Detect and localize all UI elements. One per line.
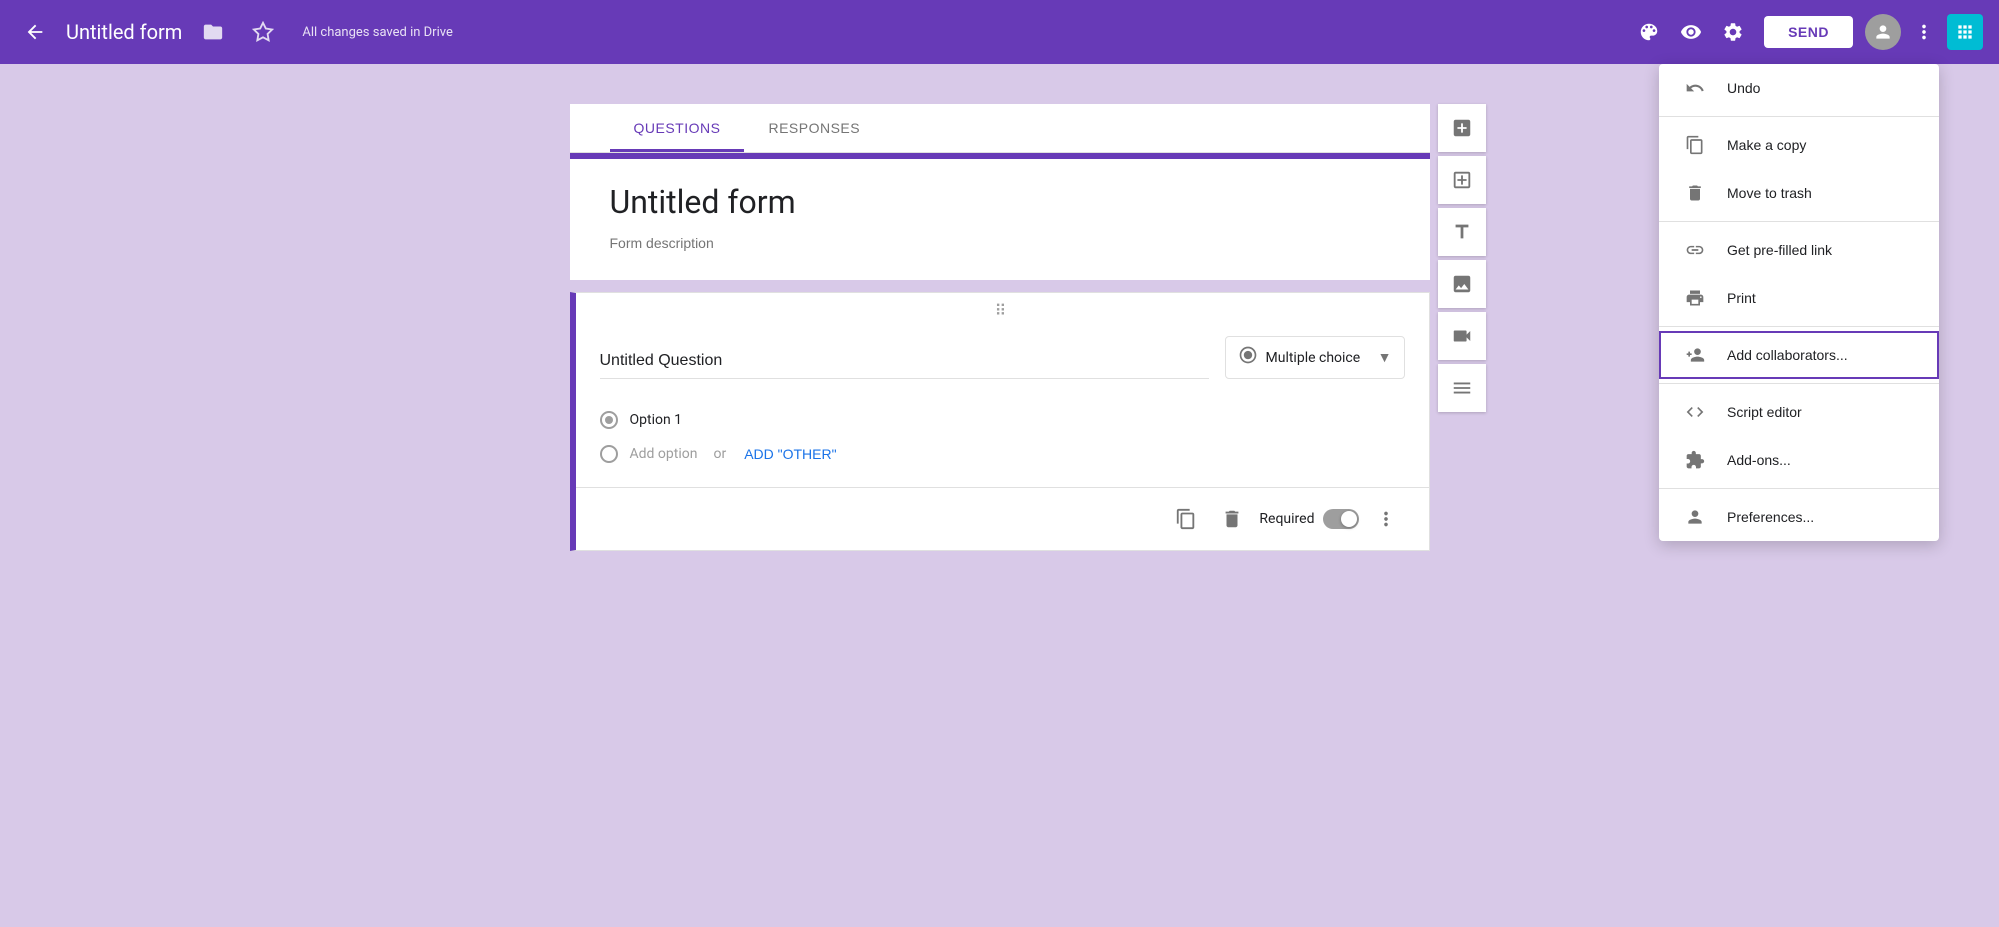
puzzle-icon xyxy=(1683,450,1707,470)
save-status: All changes saved in Drive xyxy=(302,25,453,40)
delete-question-button[interactable] xyxy=(1213,500,1251,538)
divider-3 xyxy=(1659,326,1939,327)
menu-item-print[interactable]: Print xyxy=(1659,274,1939,322)
app-header: Untitled form All changes saved in Drive… xyxy=(0,0,1999,64)
form-card-title: Untitled form xyxy=(610,183,1390,221)
menu-item-add-ons[interactable]: Add-ons... xyxy=(1659,436,1939,484)
radio-inner xyxy=(605,416,613,424)
right-sidebar xyxy=(1438,104,1486,412)
menu-label-add-ons: Add-ons... xyxy=(1727,452,1791,468)
form-title: Untitled form xyxy=(66,20,182,44)
question-card: ⠿ Multiple choice ▼ xyxy=(570,292,1430,551)
menu-label-print: Print xyxy=(1727,290,1756,306)
divider-1 xyxy=(1659,116,1939,117)
option-row-1: Option 1 xyxy=(600,403,1405,437)
sidebar-add-section[interactable] xyxy=(1438,364,1486,412)
send-button[interactable]: SEND xyxy=(1764,16,1853,48)
radio-button-1 xyxy=(600,411,618,429)
add-radio-circle xyxy=(600,445,618,463)
sidebar-add-image[interactable] xyxy=(1438,260,1486,308)
radio-type-icon xyxy=(1238,345,1258,370)
google-apps-button[interactable] xyxy=(1947,14,1983,50)
add-other-button[interactable]: ADD "OTHER" xyxy=(744,446,836,462)
duplicate-question-button[interactable] xyxy=(1167,500,1205,538)
back-button[interactable] xyxy=(16,13,54,51)
add-option-text[interactable]: Add option xyxy=(630,446,698,462)
menu-item-undo[interactable]: Undo xyxy=(1659,64,1939,112)
toggle-knob xyxy=(1341,511,1357,527)
option-1-text: Option 1 xyxy=(630,412,683,428)
link-icon xyxy=(1683,240,1707,260)
sidebar-add-video[interactable] xyxy=(1438,312,1486,360)
menu-item-script-editor[interactable]: Script editor xyxy=(1659,388,1939,436)
sidebar-import-questions[interactable] xyxy=(1438,156,1486,204)
menu-item-add-collaborators[interactable]: Add collaborators... xyxy=(1659,331,1939,379)
menu-item-preferences[interactable]: Preferences... xyxy=(1659,493,1939,541)
menu-item-move-to-trash[interactable]: Move to trash xyxy=(1659,169,1939,217)
print-icon xyxy=(1683,288,1707,308)
person-settings-icon xyxy=(1683,507,1707,527)
menu-label-pre-filled-link: Get pre-filled link xyxy=(1727,242,1832,258)
question-type-selector[interactable]: Multiple choice ▼ xyxy=(1225,336,1405,379)
header-right: SEND xyxy=(1630,13,1983,51)
undo-icon xyxy=(1683,78,1707,98)
preview-button[interactable] xyxy=(1672,13,1710,51)
question-footer: Required xyxy=(576,487,1429,550)
question-row: Multiple choice ▼ xyxy=(600,336,1405,379)
form-header-card: Untitled form xyxy=(570,153,1430,280)
settings-button[interactable] xyxy=(1714,13,1752,51)
menu-item-pre-filled-link[interactable]: Get pre-filled link xyxy=(1659,226,1939,274)
tabs-bar: QUESTIONS RESPONSES xyxy=(570,104,1430,153)
tab-questions[interactable]: QUESTIONS xyxy=(610,104,745,152)
sidebar-add-question[interactable] xyxy=(1438,104,1486,152)
form-description-input[interactable] xyxy=(610,235,1390,251)
question-more-options-button[interactable] xyxy=(1367,500,1405,538)
required-label: Required xyxy=(1259,511,1314,527)
menu-label-add-collaborators: Add collaborators... xyxy=(1727,347,1848,363)
tab-responses[interactable]: RESPONSES xyxy=(744,104,884,152)
user-avatar-button[interactable] xyxy=(1865,14,1901,50)
header-left: Untitled form All changes saved in Drive xyxy=(16,13,1630,51)
sidebar-add-title[interactable] xyxy=(1438,208,1486,256)
menu-label-preferences: Preferences... xyxy=(1727,509,1814,525)
divider-2 xyxy=(1659,221,1939,222)
required-toggle[interactable] xyxy=(1323,509,1359,529)
more-vert-button[interactable] xyxy=(1905,13,1943,51)
divider-5 xyxy=(1659,488,1939,489)
menu-label-script-editor: Script editor xyxy=(1727,404,1802,420)
question-body: Multiple choice ▼ Option 1 Add option or xyxy=(576,328,1429,487)
dropdown-arrow-icon: ▼ xyxy=(1378,349,1392,366)
add-option-row: Add option or ADD "OTHER" xyxy=(600,437,1405,471)
add-option-or: or xyxy=(713,446,726,462)
drag-handle: ⠿ xyxy=(576,293,1429,328)
code-icon xyxy=(1683,402,1707,422)
menu-label-move-to-trash: Move to trash xyxy=(1727,185,1812,201)
trash-icon xyxy=(1683,183,1707,203)
dropdown-menu: Undo Make a copy Move to trash Get pre-f… xyxy=(1659,64,1939,541)
divider-4 xyxy=(1659,383,1939,384)
add-person-icon xyxy=(1683,345,1707,365)
folder-icon-button[interactable] xyxy=(194,13,232,51)
menu-item-make-copy[interactable]: Make a copy xyxy=(1659,121,1939,169)
palette-button[interactable] xyxy=(1630,13,1668,51)
star-icon-button[interactable] xyxy=(244,13,282,51)
form-card-wrapper: QUESTIONS RESPONSES Untitled form ⠿ Mult… xyxy=(570,104,1430,927)
question-text-input[interactable] xyxy=(600,344,1209,379)
menu-label-undo: Undo xyxy=(1727,80,1760,96)
copy-icon xyxy=(1683,135,1707,155)
question-type-label: Multiple choice xyxy=(1266,350,1370,366)
menu-label-make-copy: Make a copy xyxy=(1727,137,1806,153)
